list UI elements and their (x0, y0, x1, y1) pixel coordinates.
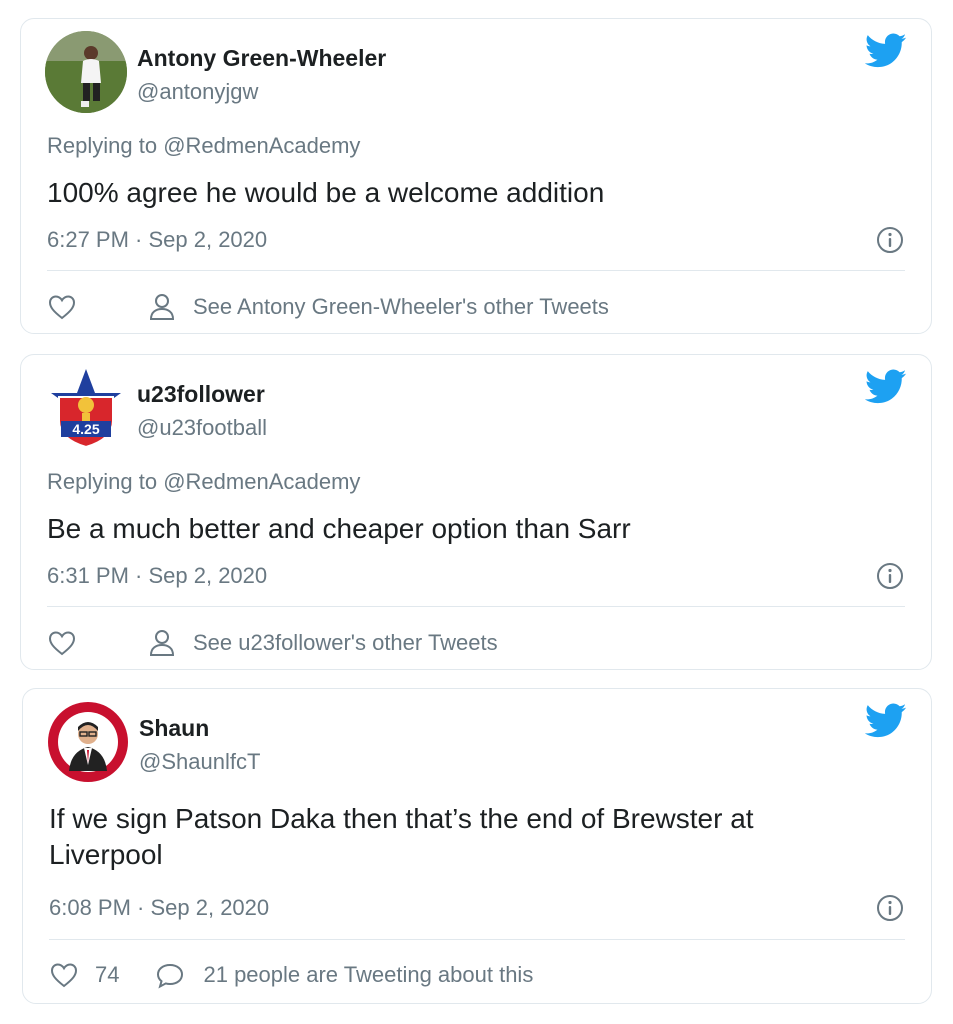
divider (47, 606, 905, 607)
twitter-bird-icon[interactable] (865, 369, 907, 405)
tweet-text: 100% agree he would be a welcome additio… (47, 177, 605, 208)
display-name[interactable]: Shaun (139, 715, 209, 742)
twitter-bird-icon[interactable] (865, 703, 907, 739)
reply-mention-link[interactable]: @RedmenAcademy (163, 469, 360, 494)
tweeting-about-link[interactable]: 21 people are Tweeting about this (203, 962, 533, 988)
avatar[interactable] (45, 31, 127, 113)
user-handle[interactable]: @ShaunlfcT (139, 749, 260, 775)
person-icon (149, 630, 175, 656)
heart-icon[interactable] (47, 293, 77, 321)
tweet-card: Shaun @ShaunlfcT If we sign Patson Daka … (22, 688, 932, 1004)
heart-icon[interactable] (47, 629, 77, 657)
avatar[interactable]: 4.25 (45, 367, 127, 449)
tweet-text: If we sign Patson Daka then that’s the e… (49, 803, 754, 870)
avatar-badge: 4.25 (72, 421, 99, 437)
tweet-text: Be a much better and cheaper option than… (47, 513, 631, 544)
other-tweets-link[interactable]: See Antony Green-Wheeler's other Tweets (193, 294, 609, 320)
comment-icon[interactable] (155, 961, 185, 989)
avatar[interactable] (47, 701, 129, 783)
tweet-actions: See u23follower's other Tweets (47, 627, 498, 659)
person-icon (149, 294, 175, 320)
replying-prefix: Replying to (47, 133, 158, 158)
tweet-timestamp[interactable]: 6:27 PM · Sep 2, 2020 (47, 227, 267, 253)
twitter-bird-icon[interactable] (865, 33, 907, 69)
tweet-actions: See Antony Green-Wheeler's other Tweets (47, 291, 609, 323)
tweet-card: 4.25 u23follower @u23football Replying t… (20, 354, 932, 670)
tweet-timestamp[interactable]: 6:31 PM · Sep 2, 2020 (47, 563, 267, 589)
info-icon[interactable] (875, 225, 905, 255)
replying-to: Replying to @RedmenAcademy (47, 469, 360, 495)
replying-to: Replying to @RedmenAcademy (47, 133, 360, 159)
display-name[interactable]: u23follower (137, 381, 265, 408)
heart-icon[interactable] (49, 961, 79, 989)
reply-mention-link[interactable]: @RedmenAcademy (163, 133, 360, 158)
like-count: 74 (95, 962, 120, 987)
tweet-timestamp[interactable]: 6:08 PM · Sep 2, 2020 (49, 895, 269, 921)
info-icon[interactable] (875, 561, 905, 591)
divider (47, 270, 905, 271)
user-handle[interactable]: @u23football (137, 415, 267, 441)
replying-prefix: Replying to (47, 469, 158, 494)
divider (49, 939, 905, 940)
info-icon[interactable] (875, 893, 905, 923)
tweet-actions: 74 21 people are Tweeting about this (49, 959, 533, 991)
display-name[interactable]: Antony Green-Wheeler (137, 45, 386, 72)
tweet-card: Antony Green-Wheeler @antonyjgw Replying… (20, 18, 932, 334)
other-tweets-link[interactable]: See u23follower's other Tweets (193, 630, 498, 656)
user-handle[interactable]: @antonyjgw (137, 79, 258, 105)
